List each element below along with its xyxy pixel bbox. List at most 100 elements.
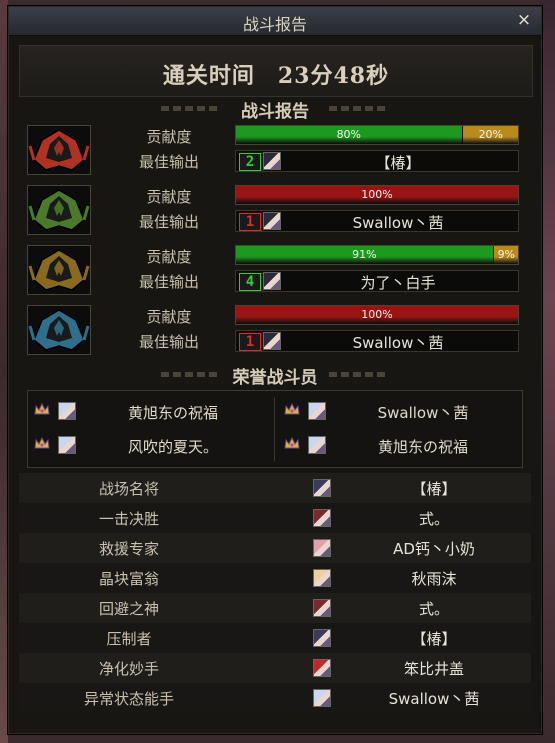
award-list: 战场名将 【椿】 一击决胜 式。 救援专家 AD钙丶小奶 晶块富翁 秋雨沫 回避之神 式。 压制者【… xyxy=(19,473,531,718)
best-output-player[interactable]: 1 Swallow丶茜 xyxy=(235,210,519,232)
contribution-segment: 100% xyxy=(236,306,518,324)
crown-icon xyxy=(284,402,300,418)
boss-green-icon xyxy=(27,185,91,235)
character-portrait-icon xyxy=(313,629,331,647)
honor-member[interactable]: Swallow丶茜 xyxy=(278,397,518,427)
character-portrait-icon xyxy=(313,479,331,497)
character-portrait-icon xyxy=(313,689,331,707)
character-portrait-icon xyxy=(263,152,281,170)
award-row: 异常状态能手 Swallow丶茜 xyxy=(19,683,531,713)
ornament-right xyxy=(329,106,389,111)
award-winner[interactable]: Swallow丶茜 xyxy=(349,688,519,709)
crown-icon xyxy=(34,436,50,452)
crown-icon xyxy=(284,436,300,452)
award-title: 净化妙手 xyxy=(98,660,159,678)
award-title: 救援专家 xyxy=(98,540,159,558)
honor-name: 风吹的夏天。 xyxy=(127,438,218,456)
contribution-segment: 20% xyxy=(461,126,518,144)
award-row: 战场名将 【椿】 xyxy=(19,473,531,503)
character-portrait-icon xyxy=(58,436,76,454)
award-title: 晶块富翁 xyxy=(98,570,159,588)
award-winner[interactable]: 秋雨沫 xyxy=(349,568,519,589)
award-title: 压制者 xyxy=(106,630,152,648)
award-row: 晶块富翁 秋雨沫 xyxy=(19,563,531,593)
award-winner[interactable]: 式。 xyxy=(349,508,519,529)
honor-member[interactable]: 风吹的夏天。 xyxy=(28,431,268,461)
section-header-honor: 荣誉战斗员 xyxy=(29,363,521,388)
section-title: 战斗报告 xyxy=(241,102,309,122)
honor-member[interactable]: 黄旭东の祝福 xyxy=(28,397,268,427)
award-row: 压制者 【椿】 xyxy=(19,623,531,653)
background-right xyxy=(540,0,555,743)
best-output-label: 最佳输出 xyxy=(138,333,199,351)
ornament-left xyxy=(161,372,221,377)
character-portrait-icon xyxy=(313,659,331,677)
contribution-segment: 91% xyxy=(236,246,493,264)
best-output-player[interactable]: 4 为了丶白手 xyxy=(235,270,519,292)
honor-name: 黄旭东の祝福 xyxy=(377,438,468,456)
honor-panel: 黄旭东の祝福 Swallow丶茜风吹的夏天。 黄旭东の祝福 xyxy=(27,390,523,468)
honor-member[interactable]: 黄旭东の祝福 xyxy=(278,431,518,461)
boss-red-icon xyxy=(27,125,91,175)
award-row: 救援专家 AD钙丶小奶 xyxy=(19,533,531,563)
section-header-report: 战斗报告 xyxy=(29,97,521,122)
honor-name: Swallow丶茜 xyxy=(377,404,469,422)
character-portrait-icon xyxy=(308,436,326,454)
boss-row: 贡献度最佳输出 100% 1 Swallow丶茜 xyxy=(27,185,521,235)
character-portrait-icon xyxy=(308,402,326,420)
clear-time-panel: 通关时间 23分48秒 xyxy=(19,45,533,97)
award-winner[interactable]: 【椿】 xyxy=(349,628,519,649)
contribution-bar: 80% 20% xyxy=(235,125,519,145)
player-name: Swallow丶茜 xyxy=(352,214,444,232)
ornament-left xyxy=(161,106,221,111)
player-name: 为了丶白手 xyxy=(360,274,436,292)
boss-row: 贡献度最佳输出 100% 1 Swallow丶茜 xyxy=(27,305,521,355)
award-winner[interactable]: 式。 xyxy=(349,598,519,619)
award-title: 异常状态能手 xyxy=(83,690,174,708)
contribution-segment: 80% xyxy=(236,126,462,144)
character-portrait-icon xyxy=(263,212,281,230)
player-name: Swallow丶茜 xyxy=(352,334,444,352)
award-row: 净化妙手 笨比井盖 xyxy=(19,653,531,683)
character-portrait-icon xyxy=(313,569,331,587)
boss-blue-icon xyxy=(27,305,91,355)
character-portrait-icon xyxy=(313,599,331,617)
rank-badge: 2 xyxy=(239,153,261,171)
award-title: 战场名将 xyxy=(98,480,159,498)
rank-badge: 4 xyxy=(239,273,261,291)
best-output-label: 最佳输出 xyxy=(138,153,199,171)
boss-row: 贡献度 最佳输出 91% 9% 4 为了丶白手 xyxy=(27,245,521,295)
divider xyxy=(274,397,275,461)
section-title: 荣誉战斗员 xyxy=(232,368,318,388)
contribution-label: 贡献度 xyxy=(146,188,192,206)
rank-badge: 1 xyxy=(239,213,261,231)
award-winner[interactable]: 笨比井盖 xyxy=(349,658,519,679)
close-button[interactable]: × xyxy=(515,11,533,29)
character-portrait-icon xyxy=(263,272,281,290)
award-row: 一击决胜 式。 xyxy=(19,503,531,533)
contribution-label: 贡献度 xyxy=(146,308,192,326)
contribution-bar: 91% 9% xyxy=(235,245,519,265)
award-title: 一击决胜 xyxy=(98,510,159,528)
best-output-player[interactable]: 2 【椿】 xyxy=(235,150,519,172)
ornament-right xyxy=(329,372,389,377)
player-name: 【椿】 xyxy=(375,154,421,172)
battle-report-window: 战斗报告 × 通关时间 23分48秒 战斗报告 贡献度 最佳输出 80% 20% 2 【椿… xyxy=(8,6,542,734)
window-title: 战斗报告 xyxy=(242,15,307,34)
title-bar: 战斗报告 × xyxy=(9,7,541,36)
crown-icon xyxy=(34,402,50,418)
character-portrait-icon xyxy=(58,402,76,420)
character-portrait-icon xyxy=(263,332,281,350)
best-output-player[interactable]: 1 Swallow丶茜 xyxy=(235,330,519,352)
character-portrait-icon xyxy=(313,539,331,557)
boss-row: 贡献度最佳输出 80% 20% 2 【椿】 xyxy=(27,125,521,175)
contribution-label: 贡献度 xyxy=(146,128,192,146)
contribution-segment: 100% xyxy=(236,186,518,204)
boss-gold-icon xyxy=(27,245,91,295)
award-winner[interactable]: AD钙丶小奶 xyxy=(349,538,519,559)
contribution-label: 贡献度 xyxy=(146,248,192,266)
award-row: 回避之神 式。 xyxy=(19,593,531,623)
award-winner[interactable]: 【椿】 xyxy=(349,478,519,499)
best-output-label: 最佳输出 xyxy=(138,213,199,231)
clear-time: 通关时间 23分48秒 xyxy=(162,63,390,89)
